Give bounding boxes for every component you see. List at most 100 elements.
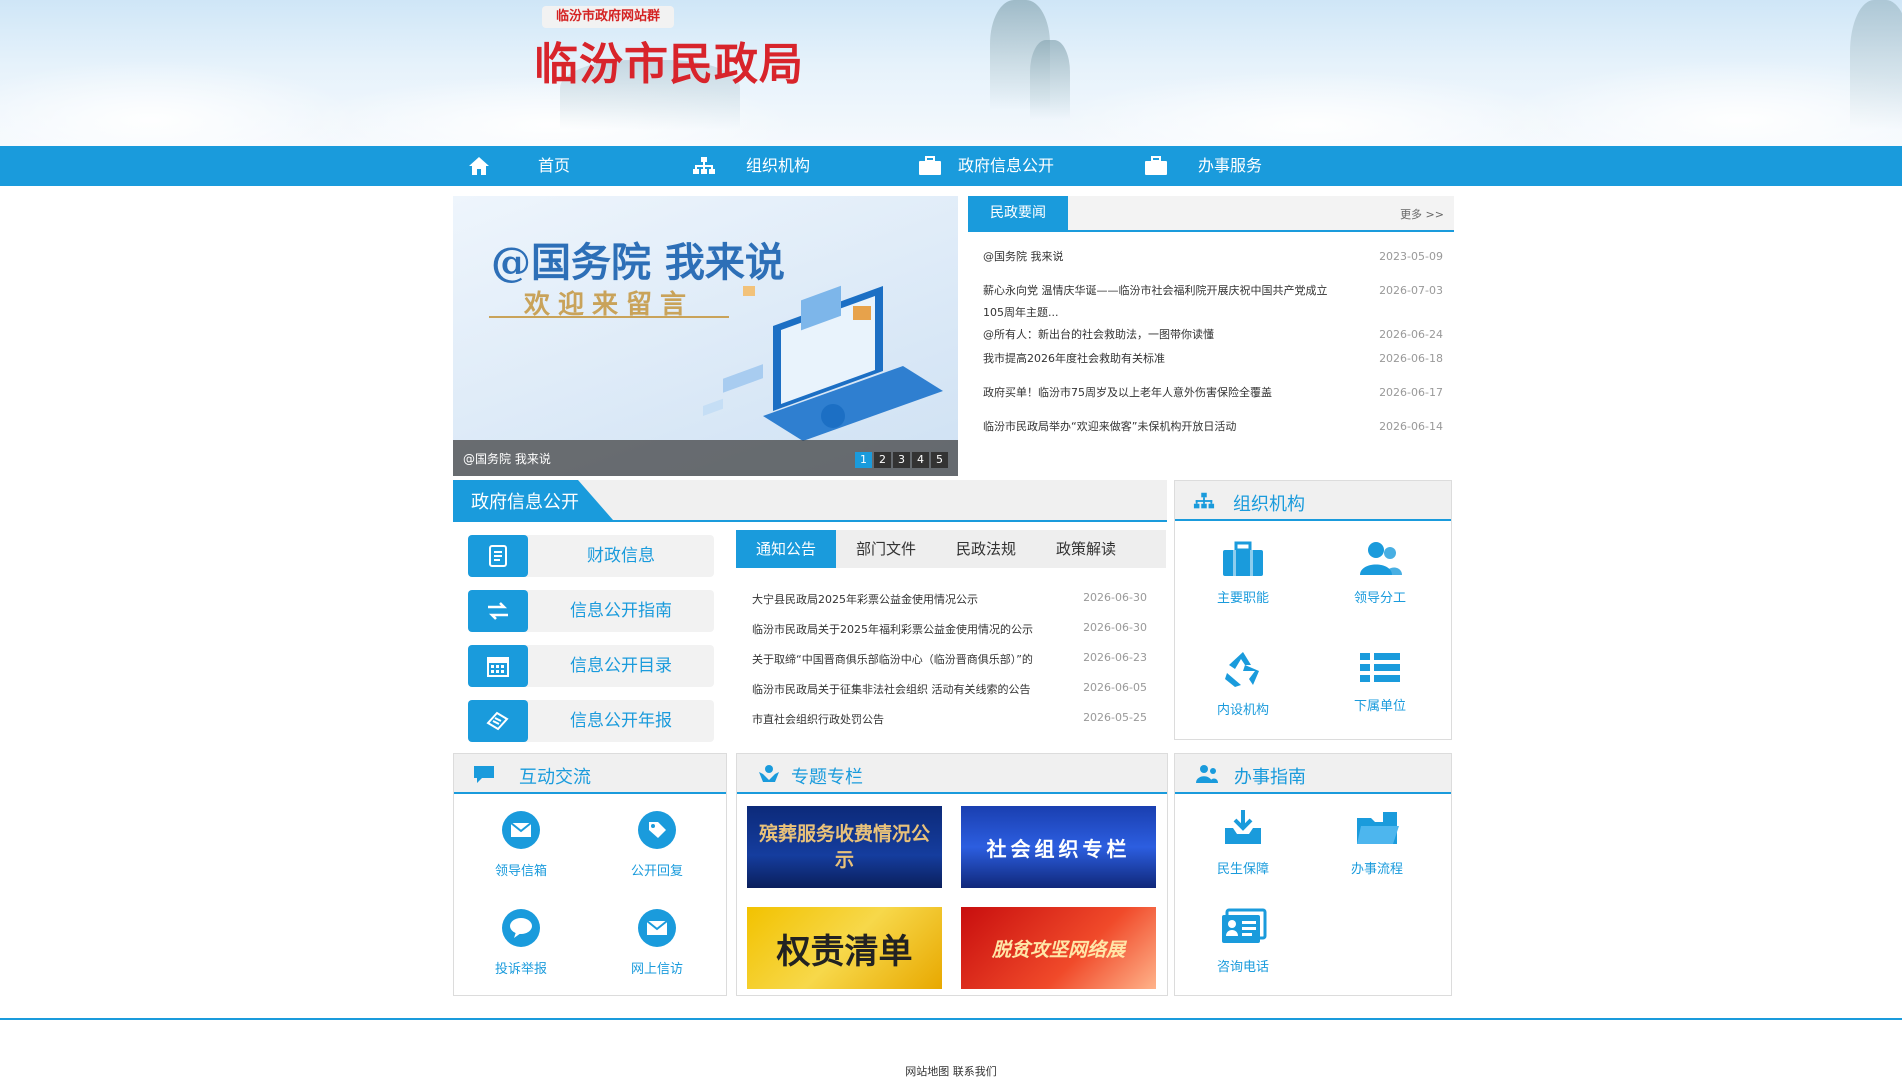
- slider-subline: 欢迎来留言: [523, 290, 694, 320]
- tab-dept-docs[interactable]: 部门文件: [836, 530, 936, 568]
- news-item-date: 2026-06-14: [1379, 420, 1443, 433]
- special-panel-title[interactable]: 专题专栏: [791, 763, 863, 789]
- site-header: 临汾市政府网站群 临汾市民政局: [0, 0, 1902, 146]
- gov-btn-label: 信息公开指南: [570, 601, 672, 621]
- online-petition-tile[interactable]: 网上信访: [602, 908, 712, 977]
- laptop-illustration: [703, 285, 943, 441]
- news-item-date: 2026-06-18: [1379, 352, 1443, 365]
- slider-subline-box: 欢迎来留言: [489, 284, 729, 320]
- notice-item-title[interactable]: 临汾市民政局关于征集非法社会组织 活动有关线索的公告: [752, 681, 1072, 697]
- report-icon: [468, 700, 528, 742]
- tile-label: 公开回复: [630, 864, 683, 879]
- news-item-title[interactable]: 薪心永向党 温情庆华诞——临汾市社会福利院开展庆祝中国共产党成立105周年主题.…: [983, 280, 1348, 324]
- disclosure-catalog-button[interactable]: 信息公开目录: [468, 645, 714, 687]
- news-panel: 民政要闻 更多 >> @国务院 我来说 2023-05-09 薪心永向党 温情庆华…: [968, 196, 1454, 476]
- org-chart-icon: [1193, 491, 1215, 515]
- tab-policy-interpretation[interactable]: 政策解读: [1036, 530, 1136, 568]
- nav-item-services[interactable]: 办事服务: [1198, 146, 1262, 186]
- tab-notices[interactable]: 通知公告: [736, 530, 836, 568]
- funeral-fees-banner[interactable]: 殡葬服务收费情况公示: [747, 806, 942, 888]
- tile-label: 民生保障: [1216, 862, 1269, 877]
- notice-item-date: 2026-06-30: [1083, 591, 1147, 604]
- notice-item-title[interactable]: 关于取缔“中国晋商俱乐部临汾中心（临汾晋商俱乐部）”的: [752, 651, 1072, 667]
- interaction-panel: 互动交流 领导信箱 公开回复 投诉举报 网上信访: [453, 753, 727, 996]
- news-tabbar: 民政要闻 更多 >>: [968, 196, 1454, 232]
- power-list-banner[interactable]: 权责清单: [747, 907, 942, 989]
- recycle-icon: [1221, 652, 1265, 693]
- finance-info-button[interactable]: 财政信息: [468, 535, 714, 577]
- slider-page-2[interactable]: 2: [874, 452, 891, 468]
- news-item-date: 2026-06-24: [1379, 328, 1443, 341]
- hotline-tile[interactable]: 咨询电话: [1188, 906, 1298, 975]
- slider-page-5[interactable]: 5: [931, 452, 948, 468]
- slider-page-3[interactable]: 3: [893, 452, 910, 468]
- slider-caption[interactable]: @国务院 我来说: [463, 450, 551, 467]
- tile-label: 咨询电话: [1216, 960, 1269, 975]
- tab-regulations[interactable]: 民政法规: [936, 530, 1036, 568]
- org-panel: 组织机构 主要职能 领导分工 内设机构 下属单位: [1174, 480, 1452, 740]
- notice-item-date: 2026-06-23: [1083, 651, 1147, 664]
- notice-item-date: 2026-06-05: [1083, 681, 1147, 694]
- guide-panel-header: 办事指南: [1175, 754, 1451, 794]
- footer-links[interactable]: 网站地图 联系我们: [0, 1063, 1902, 1079]
- special-topics-panel: 专题专栏 殡葬服务收费情况公示 社会组织专栏 权责清单 脱贫攻坚网络展: [736, 753, 1168, 996]
- hands-icon: [757, 764, 781, 788]
- interaction-panel-title[interactable]: 互动交流: [519, 763, 591, 789]
- nav-item-gov-info[interactable]: 政府信息公开: [958, 146, 1054, 186]
- news-item-title[interactable]: @国务院 我来说: [983, 246, 1348, 268]
- disclosure-guide-button[interactable]: 信息公开指南: [468, 590, 714, 632]
- folder-icon: [1353, 812, 1401, 852]
- document-icon: [468, 535, 528, 577]
- leadership-tile[interactable]: 领导分工: [1325, 541, 1435, 606]
- tab-civil-news[interactable]: 民政要闻: [968, 196, 1068, 230]
- gov-info-header: 政府信息公开: [453, 480, 1167, 522]
- news-item-title[interactable]: 政府买单！临汾市75周岁及以上老年人意外伤害保险全覆盖: [983, 382, 1348, 404]
- contact-card-icon: [1219, 908, 1267, 950]
- tile-label: 办事流程: [1350, 862, 1403, 877]
- internal-units-tile[interactable]: 内设机构: [1188, 649, 1298, 718]
- annual-report-button[interactable]: 信息公开年报: [468, 700, 714, 742]
- gov-btn-label: 信息公开目录: [570, 656, 672, 676]
- nav-item-home[interactable]: 首页: [538, 146, 570, 186]
- subordinate-units-tile[interactable]: 下属单位: [1325, 649, 1435, 714]
- nav-item-org[interactable]: 组织机构: [746, 146, 810, 186]
- image-slider[interactable]: @国务院 我来说 欢迎来留言 @国务院 我来说 1 2 3 4 5: [453, 196, 958, 476]
- special-panel-header: 专题专栏: [737, 754, 1167, 794]
- org-chart-icon: [692, 156, 716, 180]
- main-functions-tile[interactable]: 主要职能: [1188, 541, 1298, 606]
- tile-label: 领导信箱: [494, 864, 547, 879]
- social-org-banner[interactable]: 社会组织专栏: [961, 806, 1156, 888]
- news-item-title[interactable]: 我市提高2026年度社会救助有关标准: [983, 348, 1348, 370]
- briefcase-icon: [1144, 156, 1168, 180]
- tag-icon: [637, 811, 677, 854]
- notice-item-title[interactable]: 大宁县民政局2025年彩票公益金使用情况公示: [752, 591, 1072, 607]
- public-reply-tile[interactable]: 公开回复: [602, 810, 712, 879]
- process-tile[interactable]: 办事流程: [1322, 808, 1432, 877]
- poverty-alleviation-banner[interactable]: 脱贫攻坚网络展: [961, 907, 1156, 989]
- notice-item-date: 2026-06-30: [1083, 621, 1147, 634]
- gov-info-title[interactable]: 政府信息公开: [471, 488, 579, 514]
- footer-divider: [0, 1018, 1902, 1020]
- notice-item-title[interactable]: 临汾市民政局关于2025年福利彩票公益金使用情况的公示: [752, 621, 1072, 637]
- leader-mailbox-tile[interactable]: 领导信箱: [466, 810, 576, 879]
- tile-label: 投诉举报: [494, 962, 547, 977]
- news-item-title[interactable]: @所有人：新出台的社会救助法，一图带你读懂: [983, 324, 1348, 346]
- site-title[interactable]: 临汾市民政局: [534, 28, 804, 92]
- news-item-title[interactable]: 临汾市民政局举办“欢迎来做客”未保机构开放日活动: [983, 416, 1348, 438]
- slider-caption-bar: @国务院 我来说 1 2 3 4 5: [453, 440, 958, 476]
- notice-tabs: 通知公告 部门文件 民政法规 政策解读: [736, 530, 1166, 568]
- complaint-report-tile[interactable]: 投诉举报: [466, 908, 576, 977]
- site-group-label[interactable]: 临汾市政府网站群: [542, 6, 674, 28]
- livelihood-tile[interactable]: 民生保障: [1188, 808, 1298, 877]
- slider-page-1[interactable]: 1: [855, 452, 872, 468]
- notice-item-title[interactable]: 市直社会组织行政处罚公告: [752, 711, 1072, 727]
- home-icon: [468, 156, 490, 180]
- slider-page-4[interactable]: 4: [912, 452, 929, 468]
- guide-panel-title[interactable]: 办事指南: [1234, 763, 1306, 789]
- exchange-arrows-icon: [468, 590, 528, 632]
- banner-text: 殡葬服务收费情况公示: [758, 823, 930, 871]
- org-panel-title[interactable]: 组织机构: [1233, 490, 1305, 516]
- list-icon: [1358, 653, 1402, 689]
- news-more-link[interactable]: 更多 >>: [1400, 206, 1444, 222]
- news-item-date: 2026-07-03: [1379, 284, 1443, 297]
